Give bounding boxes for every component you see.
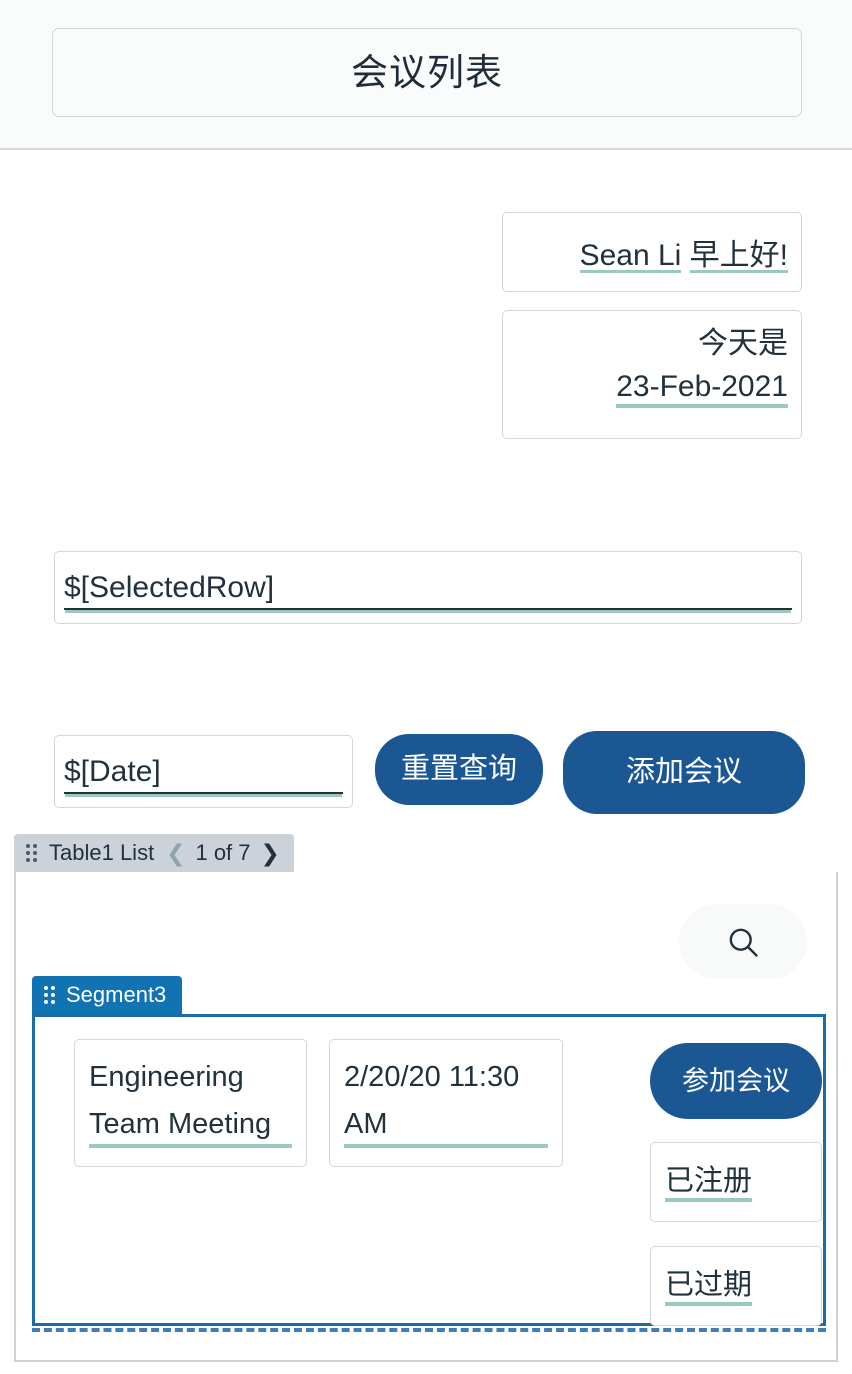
- search-icon: [729, 928, 758, 957]
- selected-row-value: $[SelectedRow]: [64, 571, 275, 604]
- app-header: 会议列表: [0, 0, 852, 150]
- chevron-left-icon[interactable]: ❮: [166, 841, 185, 865]
- drag-dots-icon[interactable]: [26, 844, 37, 862]
- segment-tab[interactable]: Segment3: [32, 976, 183, 1014]
- pagination: ❮ 1 of 7 ❯: [166, 840, 280, 866]
- status-registered-box: 已注册: [650, 1142, 822, 1222]
- status-expired-box: 已过期: [650, 1246, 822, 1326]
- segment-tab-label: Segment3: [66, 982, 167, 1007]
- search-button[interactable]: [679, 904, 807, 979]
- selected-row-field[interactable]: $[SelectedRow]: [54, 551, 802, 624]
- add-meeting-button[interactable]: 添加会议: [563, 731, 805, 814]
- chevron-right-icon[interactable]: ❯: [261, 841, 280, 865]
- today-box: 今天是 23-Feb-2021: [502, 310, 802, 439]
- table-list-body: Segment3 Engineering Team Meeting 2/20/2…: [14, 872, 838, 1362]
- meeting-title: Engineering Team Meeting: [89, 1054, 292, 1148]
- today-label: 今天是: [698, 327, 788, 360]
- page-title: 会议列表: [351, 52, 503, 93]
- drag-dots-icon[interactable]: [44, 986, 55, 1004]
- greeting-user-name: Sean Li: [579, 239, 682, 272]
- greeting-salutation: 早上好!: [689, 239, 788, 272]
- segment-drop-indicator: [32, 1328, 826, 1332]
- meeting-title-cell: Engineering Team Meeting: [74, 1039, 307, 1167]
- date-filter-value: $[Date]: [64, 755, 161, 788]
- today-date-value: 23-Feb-2021: [616, 366, 788, 409]
- segment-body: Engineering Team Meeting 2/20/20 11:30 A…: [32, 1014, 826, 1326]
- status-registered-label: 已注册: [665, 1162, 752, 1201]
- page-indicator: 1 of 7: [195, 840, 251, 865]
- table-list-label: Table1 List: [49, 840, 155, 865]
- reset-query-button[interactable]: 重置查询: [375, 734, 543, 805]
- table-list-tab[interactable]: Table1 List ❮ 1 of 7 ❯: [14, 834, 294, 872]
- meeting-datetime-cell: 2/20/20 11:30 AM: [329, 1039, 563, 1167]
- join-meeting-button[interactable]: 参加会议: [650, 1043, 822, 1119]
- greeting-text: Sean Li 早上好!: [580, 230, 788, 274]
- meeting-datetime: 2/20/20 11:30 AM: [344, 1054, 548, 1148]
- page-title-box: 会议列表: [52, 28, 802, 117]
- date-filter-field[interactable]: $[Date]: [54, 735, 353, 808]
- status-expired-label: 已过期: [665, 1266, 752, 1305]
- greeting-box: Sean Li 早上好!: [502, 212, 802, 292]
